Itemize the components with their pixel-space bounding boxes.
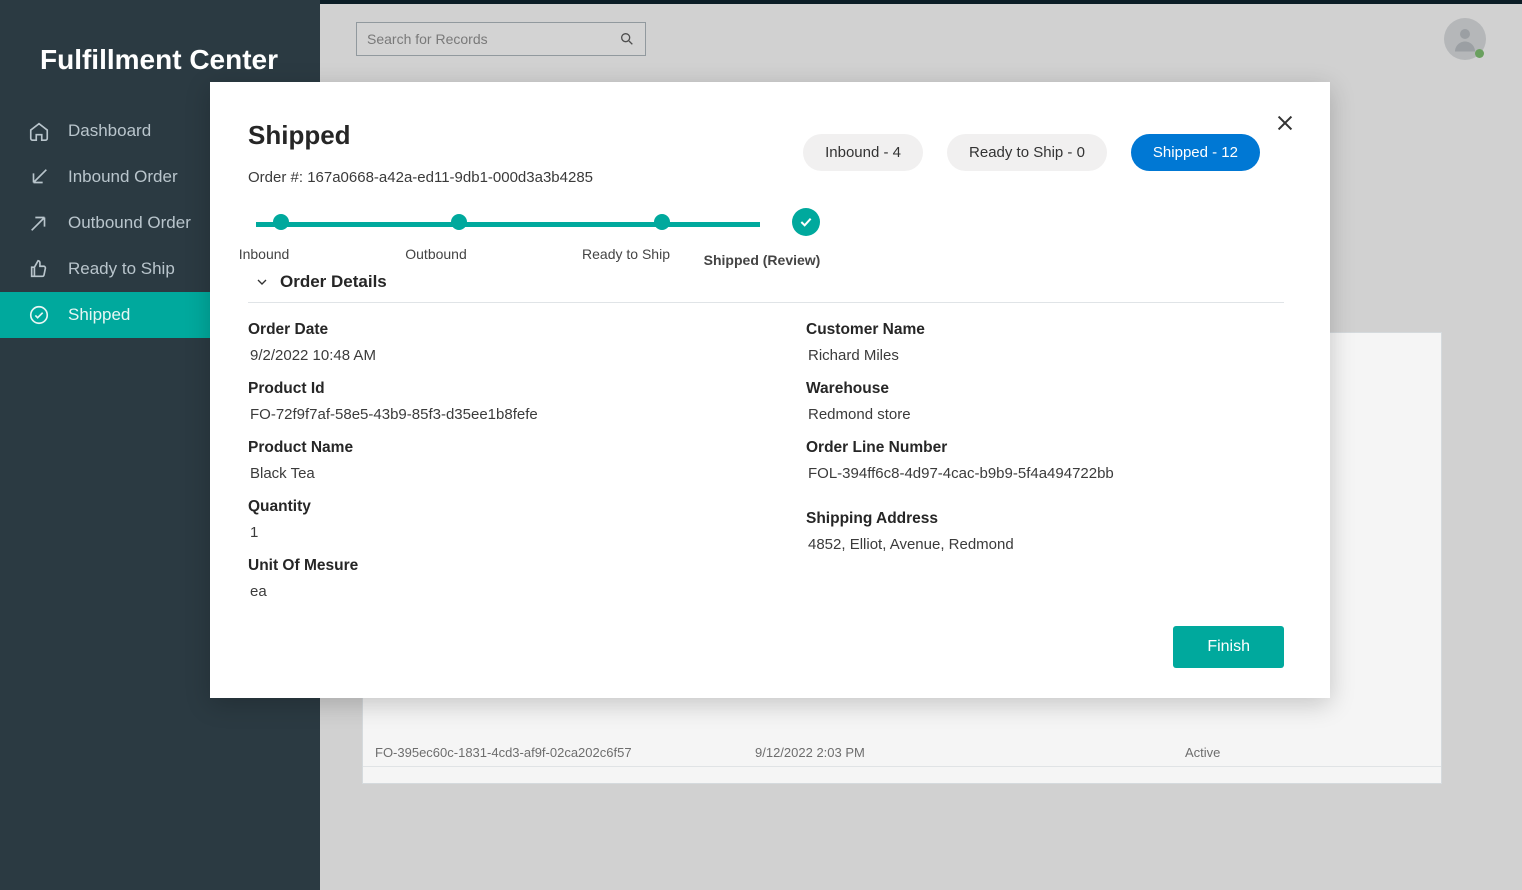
step-outbound: Outbound (428, 214, 490, 262)
field-customer: Customer Name Richard Miles (806, 321, 1284, 364)
field-value: 4852, Elliot, Avenue, Redmond (806, 536, 1284, 553)
field-warehouse: Warehouse Redmond store (806, 380, 1284, 423)
sidebar-item-label: Shipped (68, 305, 130, 325)
close-button[interactable] (1274, 112, 1296, 139)
order-modal: Shipped Order #: 167a0668-a42a-ed11-9db1… (210, 82, 1330, 698)
step-label: Outbound (405, 246, 467, 262)
step-check-icon (792, 208, 820, 236)
bg-row-id: FO-395ec60c-1831-4cd3-af9f-02ca202c6f57 (375, 745, 755, 760)
field-value: Black Tea (248, 465, 726, 482)
field-value: FOL-394ff6c8-4d97-4cac-b9b9-5f4a494722bb (806, 465, 1284, 482)
check-circle-icon (28, 304, 50, 326)
step-dot-icon (273, 214, 289, 230)
step-label: Ready to Ship (582, 246, 670, 262)
order-details-header[interactable]: Order Details (248, 272, 1284, 292)
details-left-col: Order Date 9/2/2022 10:48 AM Product Id … (248, 321, 726, 616)
field-order-date: Order Date 9/2/2022 10:48 AM (248, 321, 726, 364)
thumbs-up-icon (28, 258, 50, 280)
order-number-prefix: Order #: (248, 169, 307, 186)
field-label: Product Id (248, 380, 726, 398)
chevron-down-icon (254, 274, 270, 290)
field-product-id: Product Id FO-72f9f7af-58e5-43b9-85f3-d3… (248, 380, 726, 423)
field-label: Warehouse (806, 380, 1284, 398)
field-label: Product Name (248, 439, 726, 457)
order-number-value: 167a0668-a42a-ed11-9db1-000d3a3b4285 (307, 169, 593, 186)
field-uom: Unit Of Mesure ea (248, 557, 726, 600)
order-number-line: Order #: 167a0668-a42a-ed11-9db1-000d3a3… (248, 169, 1284, 186)
field-label: Order Line Number (806, 439, 1284, 457)
details-grid: Order Date 9/2/2022 10:48 AM Product Id … (248, 321, 1284, 616)
step-label: Shipped (Review) (704, 252, 821, 268)
sidebar-item-label: Outbound Order (68, 213, 191, 233)
finish-button[interactable]: Finish (1173, 626, 1284, 668)
section-title: Order Details (280, 272, 387, 292)
sidebar-item-label: Inbound Order (68, 167, 178, 187)
field-label: Shipping Address (806, 510, 1284, 528)
home-icon (28, 120, 50, 142)
badge-shipped[interactable]: Shipped - 12 (1131, 134, 1260, 171)
field-label: Quantity (248, 498, 726, 516)
field-value: Redmond store (806, 406, 1284, 423)
status-badges: Inbound - 4 Ready to Ship - 0 Shipped - … (803, 134, 1260, 171)
arrow-out-icon (28, 212, 50, 234)
bg-row-status: Active (1185, 745, 1429, 760)
close-icon (1274, 112, 1296, 134)
sidebar-item-label: Dashboard (68, 121, 151, 141)
step-label: Inbound (239, 246, 290, 262)
field-label: Customer Name (806, 321, 1284, 339)
field-value: 9/2/2022 10:48 AM (248, 347, 726, 364)
stepper: Inbound Outbound Ready to Ship Shipped (… (248, 214, 868, 272)
step-dot-icon (654, 214, 670, 230)
field-shipping-address: Shipping Address 4852, Elliot, Avenue, R… (806, 510, 1284, 553)
field-order-line: Order Line Number FOL-394ff6c8-4d97-4cac… (806, 439, 1284, 482)
field-label: Unit Of Mesure (248, 557, 726, 575)
field-value: FO-72f9f7af-58e5-43b9-85f3-d35ee1b8fefe (248, 406, 726, 423)
arrow-in-icon (28, 166, 50, 188)
sidebar-item-label: Ready to Ship (68, 259, 175, 279)
table-row: FO-395ec60c-1831-4cd3-af9f-02ca202c6f57 … (363, 739, 1441, 767)
field-value: 1 (248, 524, 726, 541)
step-dot-icon (451, 214, 467, 230)
step-shipped: Shipped (Review) (748, 214, 865, 268)
badge-inbound[interactable]: Inbound - 4 (803, 134, 923, 171)
bg-row-date: 9/12/2022 2:03 PM (755, 745, 1185, 760)
field-label: Order Date (248, 321, 726, 339)
divider (248, 302, 1284, 303)
field-value: ea (248, 583, 726, 600)
badge-ready-to-ship[interactable]: Ready to Ship - 0 (947, 134, 1107, 171)
field-product-name: Product Name Black Tea (248, 439, 726, 482)
field-value: Richard Miles (806, 347, 1284, 364)
details-right-col: Customer Name Richard Miles Warehouse Re… (806, 321, 1284, 616)
field-quantity: Quantity 1 (248, 498, 726, 541)
step-ready-to-ship: Ready to Ship (618, 214, 706, 262)
step-inbound: Inbound (256, 214, 307, 262)
